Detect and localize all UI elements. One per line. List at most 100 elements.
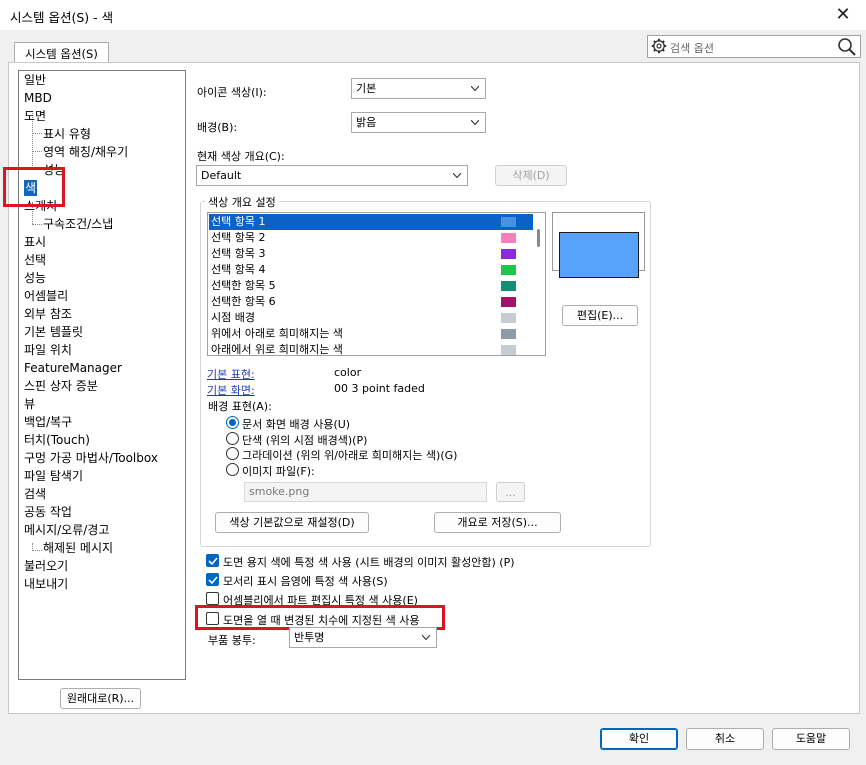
window-title: 시스템 옵션(S) - 색: [10, 10, 114, 25]
help-button[interactable]: 도움말: [772, 728, 850, 750]
ok-button[interactable]: 확인: [600, 728, 678, 750]
color-swatch: [501, 217, 516, 227]
tree-item-display-style[interactable]: 표시 유형: [43, 126, 91, 142]
scrollbar-thumb[interactable]: [537, 229, 540, 247]
tree-item-export[interactable]: 내보내기: [24, 576, 68, 592]
tree-item-general[interactable]: 일반: [24, 72, 46, 88]
tree-item-file-explorer[interactable]: 파일 탐색기: [24, 468, 83, 484]
reset-colors-button[interactable]: 색상 기본값으로 재설정(D): [215, 512, 369, 533]
color-swatch: [501, 297, 516, 307]
search-placeholder: 검색 옵션: [670, 42, 714, 55]
radio-image-file[interactable]: [226, 463, 239, 476]
reset-button[interactable]: 원래대로(R)...: [60, 688, 141, 709]
color-swatch: [501, 313, 516, 323]
checkbox-label: 도면 용지 색에 특정 색 사용 (시트 배경의 이미지 활성안함) (P): [223, 556, 515, 569]
tree-item-mbd[interactable]: MBD: [24, 90, 52, 106]
radio-gradient[interactable]: [226, 447, 239, 460]
background-label: 배경(B):: [197, 121, 238, 134]
radio-document-background[interactable]: [226, 416, 239, 429]
chevron-down-icon: [471, 120, 479, 125]
list-item[interactable]: 선택한 항목 5: [209, 278, 535, 294]
tree-item-backup[interactable]: 백업/복구: [24, 414, 72, 430]
radio-label: 그라데이션 (위의 위/아래로 희미해지는 색)(G): [242, 449, 458, 462]
tree-item-view[interactable]: 뷰: [24, 396, 35, 412]
checkbox-assembly-edit-color[interactable]: [206, 592, 219, 605]
search-icon[interactable]: [837, 37, 857, 57]
tree-item-selection[interactable]: 선택: [24, 252, 46, 268]
browse-button[interactable]: ...: [496, 482, 525, 502]
tree-guide: [32, 151, 42, 152]
tree-item-assemblies[interactable]: 어셈블리: [24, 288, 68, 304]
background-value: 밝음: [356, 116, 377, 129]
chevron-down-icon: [422, 635, 430, 640]
tree-item-display[interactable]: 표시: [24, 234, 46, 250]
save-scheme-button[interactable]: 개요로 저장(S)...: [434, 512, 561, 533]
default-scene-link[interactable]: 기본 화면:: [207, 382, 255, 398]
tree-item-file-locations[interactable]: 파일 위치: [24, 342, 72, 358]
highlight-box-colors: [3, 167, 65, 207]
scheme-value: Default: [201, 169, 242, 182]
tree-item-drawing[interactable]: 도면: [24, 108, 46, 124]
tree-item-area-hatch[interactable]: 영역 해칭/채우기: [43, 144, 128, 160]
default-appearance-link[interactable]: 기본 표현:: [207, 366, 255, 382]
close-icon[interactable]: ✕: [830, 2, 856, 28]
list-item[interactable]: 선택한 항목 6: [209, 294, 535, 310]
tree-item-spin-box[interactable]: 스핀 상자 증분: [24, 378, 98, 394]
list-item[interactable]: 선택 항목 1: [209, 214, 535, 230]
list-item[interactable]: 아래에서 위로 희미해지는 색: [209, 342, 535, 355]
chevron-down-icon: [471, 86, 479, 91]
list-scrollbar[interactable]: [533, 213, 545, 355]
tree-item-import[interactable]: 불러오기: [24, 558, 68, 574]
radio-label: 이미지 파일(F):: [242, 465, 315, 478]
envelope-value: 반투명: [294, 631, 325, 644]
color-swatch: [501, 281, 516, 291]
tree-item-touch[interactable]: 터치(Touch): [24, 432, 90, 448]
chevron-down-icon: [453, 173, 461, 178]
image-file-field[interactable]: smoke.png: [244, 482, 487, 502]
checkbox-edge-shading[interactable]: [206, 573, 219, 586]
list-item[interactable]: 선택 항목 2: [209, 230, 535, 246]
list-item[interactable]: 선택 항목 3: [209, 246, 535, 262]
radio-plain-color[interactable]: [226, 432, 239, 445]
list-item[interactable]: 위에서 아래로 희미해지는 색: [209, 326, 535, 342]
tab-system-options[interactable]: 시스템 옵션(S): [14, 42, 109, 63]
default-appearance-value: color: [334, 366, 362, 379]
scheme-select[interactable]: Default: [196, 165, 468, 186]
envelope-select[interactable]: 반투명: [289, 627, 437, 648]
tree-item-featuremanager[interactable]: FeatureManager: [24, 360, 122, 376]
color-items-list[interactable]: 선택 항목 1 선택 항목 2 선택 항목 3 선택 항목 4 선택한 항목 5…: [207, 212, 546, 356]
background-select[interactable]: 밝음: [351, 112, 486, 133]
list-item[interactable]: 선택 항목 4: [209, 262, 535, 278]
tree-guide: [32, 550, 42, 551]
list-item[interactable]: 시점 배경: [209, 310, 535, 326]
tree-item-default-templates[interactable]: 기본 템플릿: [24, 324, 83, 340]
tree-item-dismissed-messages[interactable]: 해제된 메시지: [43, 540, 113, 556]
color-swatch: [501, 233, 516, 243]
default-scene-value: 00 3 point faded: [334, 382, 425, 395]
tree-item-external-references[interactable]: 외부 참조: [24, 306, 72, 322]
bg-appearance-label: 배경 표현(A):: [208, 400, 272, 413]
check-icon: [208, 557, 218, 566]
tree-item-hole-wizard[interactable]: 구멍 가공 마법사/Toolbox: [24, 450, 158, 466]
radio-label: 문서 화면 배경 사용(U): [242, 418, 351, 431]
tree-item-relations-snaps[interactable]: 구속조건/스냅: [43, 216, 113, 232]
search-input[interactable]: 검색 옵션: [647, 35, 861, 58]
radio-label: 단색 (위의 시점 배경색)(P): [242, 434, 368, 447]
scheme-label: 현재 색상 개요(C):: [197, 150, 285, 163]
tree-item-search[interactable]: 검색: [24, 486, 46, 502]
edit-button[interactable]: 편집(E)...: [562, 305, 638, 326]
tree-guide: [32, 224, 42, 225]
icon-color-value: 기본: [356, 82, 377, 95]
color-swatch: [501, 329, 516, 339]
tree-item-performance[interactable]: 성능: [24, 270, 46, 286]
icon-color-select[interactable]: 기본: [351, 78, 486, 99]
tree-item-messages[interactable]: 메시지/오류/경고: [24, 522, 109, 538]
color-swatch: [501, 249, 516, 259]
cancel-button[interactable]: 취소: [686, 728, 764, 750]
delete-button[interactable]: 삭제(D): [495, 165, 567, 186]
title-bar: 시스템 옵션(S) - 색 ✕: [0, 0, 866, 30]
checkbox-drawing-paper-color[interactable]: [206, 554, 219, 567]
color-swatch: [501, 345, 516, 355]
tree-item-collaboration[interactable]: 공동 작업: [24, 504, 72, 520]
options-tree: 일반 MBD 도면 표시 유형 영역 해칭/채우기 성능 색 스케치 구속조건/…: [18, 70, 186, 680]
